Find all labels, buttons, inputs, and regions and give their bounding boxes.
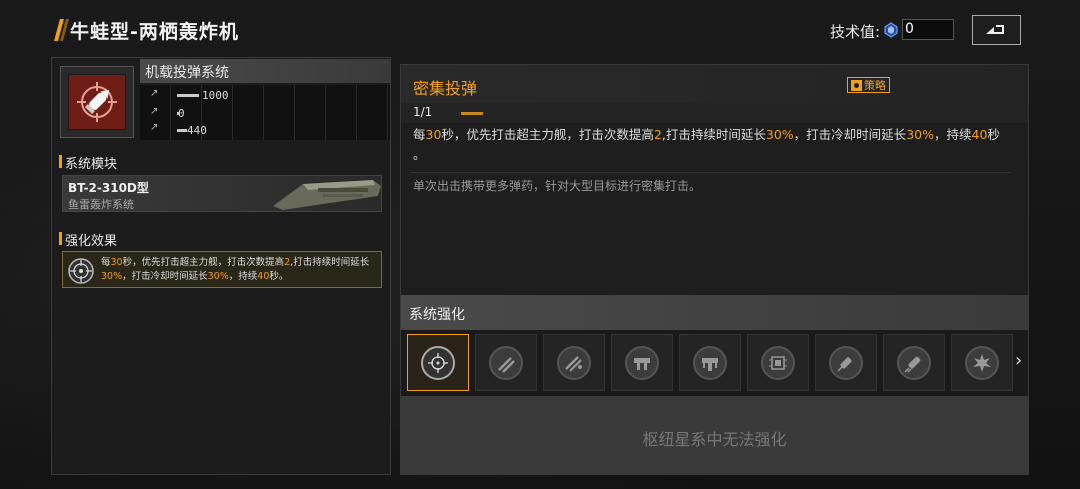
enhance-effect-card: 每30秒，优先打击超主力舰，打击次数提高2,打击持续时间延长30%，打击冷却时间… <box>62 251 382 288</box>
module-type: 鱼雷轰炸系统 <box>68 198 134 211</box>
speed-stat-value: 440 <box>187 124 207 137</box>
speed-stat-bar <box>177 129 187 132</box>
enhance-header: 系统强化 <box>401 295 1028 330</box>
damage-stat-bar <box>177 94 199 97</box>
skill-title: 密集投弹 <box>413 79 478 98</box>
rockets-icon <box>565 355 582 372</box>
system-module-card[interactable]: BT-2-310D型 鱼雷轰炸系统 <box>62 175 382 212</box>
level-row: 1/1 <box>401 103 1028 123</box>
description-divider <box>411 172 1011 173</box>
enhance-slot-missiles[interactable] <box>475 334 537 391</box>
strategy-icon <box>851 79 862 91</box>
enhance-unavailable-message: 枢纽星系中无法强化 <box>642 430 787 449</box>
strategy-label: 策略 <box>864 79 886 92</box>
damage-stat-value: 1000 <box>202 89 229 102</box>
system-info-panel: 机载投弹系统 ↗ 1000 ↗ 0 ↗ 440 系统模块 BT-2-310D型 … <box>51 57 391 475</box>
skill-header: 密集投弹 策略 <box>401 65 1028 103</box>
enhance-footer: 枢纽星系中无法强化 <box>401 396 1028 474</box>
crosshair-bomb-icon <box>77 82 117 122</box>
skill-flavor-text: 单次出击携带更多弹药，针对大型目标进行密集打击。 <box>413 179 702 193</box>
strategy-badge: 策略 <box>847 77 890 93</box>
effect-section-marker <box>59 232 62 245</box>
enhance-slot-explosion[interactable] <box>951 334 1013 391</box>
turret-icon <box>702 357 718 371</box>
enhance-slot-rockets[interactable] <box>543 334 605 391</box>
enhance-slot-turret-a[interactable] <box>611 334 673 391</box>
chip-icon <box>769 355 787 370</box>
effect-section-title: 强化效果 <box>65 234 118 249</box>
page-title: 牛蛙型-两栖轰炸机 <box>70 21 239 43</box>
back-arrow-icon <box>985 25 1004 34</box>
header: 牛蛙型-两栖轰炸机 技术值: 0 <box>0 0 1080 60</box>
bomb-system-icon <box>68 74 126 130</box>
module-section-title: 系统模块 <box>65 157 118 172</box>
enhance-slot-bomb-b[interactable] <box>883 334 945 391</box>
system-name: 机载投弹系统 <box>145 65 229 81</box>
torpedo-module-image <box>273 180 381 210</box>
tech-crystal-icon <box>884 22 898 38</box>
enhance-slot-chip[interactable] <box>747 334 809 391</box>
back-button[interactable] <box>972 15 1021 45</box>
skill-detail-panel: 密集投弹 策略 1/1 每30秒，优先打击超主力舰，打击次数提高2,打击持续时间… <box>400 64 1029 475</box>
missiles-icon <box>498 356 515 373</box>
targeting-icon <box>428 352 448 373</box>
bomb-icon <box>837 356 852 372</box>
tech-value: 0 <box>905 21 914 37</box>
enhance-slots-row: › <box>401 330 1028 396</box>
enhance-slot-targeting[interactable] <box>407 334 469 391</box>
range-stat-value: 0 <box>178 107 185 120</box>
enhance-title: 系统强化 <box>409 307 465 323</box>
next-arrow-icon[interactable]: › <box>1015 350 1022 371</box>
weapon-icon-frame <box>60 66 134 138</box>
bomb-icon <box>904 356 921 373</box>
damage-stat-icon: ↗ <box>150 88 159 99</box>
skill-description: 每30秒，优先打击超主力舰，打击次数提高2,打击持续时间延长30%，打击冷却时间… <box>413 127 1000 162</box>
enhance-slot-turret-b[interactable] <box>679 334 741 391</box>
range-stat-icon: ↗ <box>150 106 159 117</box>
skill-level: 1/1 <box>413 105 433 119</box>
effect-description: 每30秒，优先打击超主力舰，打击次数提高2,打击持续时间延长30%，打击冷却时间… <box>101 257 370 282</box>
module-section-marker <box>59 155 62 168</box>
level-bar <box>461 112 483 115</box>
enhance-slot-bomb-a[interactable] <box>815 334 877 391</box>
speed-stat-icon: ↗ <box>150 122 159 133</box>
module-name: BT-2-310D型 <box>68 181 149 195</box>
explosion-icon <box>973 353 991 372</box>
turret-icon <box>634 357 650 370</box>
tech-value-label: 技术值: <box>830 23 881 41</box>
targeting-effect-icon <box>68 258 94 284</box>
